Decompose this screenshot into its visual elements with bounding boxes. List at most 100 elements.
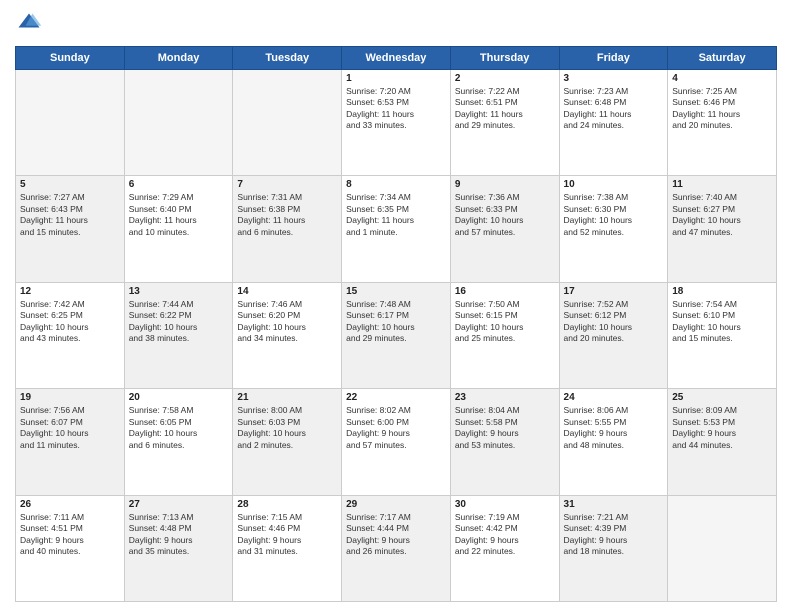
day-number: 15 xyxy=(346,286,446,297)
day-number: 29 xyxy=(346,499,446,510)
calendar-cell: 14 Sunrise: 7:46 AM Sunset: 6:20 PM Dayli… xyxy=(233,282,342,388)
day-number: 10 xyxy=(564,179,664,190)
day-info: Sunrise: 7:50 AM Sunset: 6:15 PM Dayligh… xyxy=(455,299,555,345)
day-info: Sunrise: 7:38 AM Sunset: 6:30 PM Dayligh… xyxy=(564,192,664,238)
calendar-body: 1 Sunrise: 7:20 AM Sunset: 6:53 PM Daylig… xyxy=(16,70,777,602)
calendar-cell: 15 Sunrise: 7:48 AM Sunset: 6:17 PM Dayli… xyxy=(342,282,451,388)
day-number: 18 xyxy=(672,286,772,297)
day-header-friday: Friday xyxy=(559,47,668,70)
day-number: 9 xyxy=(455,179,555,190)
calendar-cell: 26 Sunrise: 7:11 AM Sunset: 4:51 PM Dayli… xyxy=(16,495,125,601)
calendar-cell: 3Sunrise: 7:23 AM Sunset: 6:48 PM Daylig… xyxy=(559,70,668,176)
day-info: Sunrise: 7:58 AM Sunset: 6:05 PM Dayligh… xyxy=(129,405,229,451)
calendar-cell: 31 Sunrise: 7:21 AM Sunset: 4:39 PM Dayli… xyxy=(559,495,668,601)
day-info: Sunrise: 7:11 AM Sunset: 4:51 PM Dayligh… xyxy=(20,512,120,558)
day-info: Sunrise: 7:29 AM Sunset: 6:40 PM Dayligh… xyxy=(129,192,229,238)
day-number: 13 xyxy=(129,286,229,297)
day-info: Sunrise: 8:02 AM Sunset: 6:00 PM Dayligh… xyxy=(346,405,446,451)
page-container: SundayMondayTuesdayWednesdayThursdayFrid… xyxy=(0,0,792,612)
calendar-cell xyxy=(668,495,777,601)
day-info: Sunrise: 7:17 AM Sunset: 4:44 PM Dayligh… xyxy=(346,512,446,558)
calendar-cell: 13 Sunrise: 7:44 AM Sunset: 6:22 PM Dayli… xyxy=(124,282,233,388)
day-number: 14 xyxy=(237,286,337,297)
day-number: 28 xyxy=(237,499,337,510)
day-number: 22 xyxy=(346,392,446,403)
day-number: 21 xyxy=(237,392,337,403)
day-info: Sunrise: 8:06 AM Sunset: 5:55 PM Dayligh… xyxy=(564,405,664,451)
calendar-cell: 5 Sunrise: 7:27 AM Sunset: 6:43 PM Daylig… xyxy=(16,176,125,282)
day-number: 1 xyxy=(346,73,446,84)
day-number: 11 xyxy=(672,179,772,190)
calendar-cell: 24Sunrise: 8:06 AM Sunset: 5:55 PM Dayli… xyxy=(559,389,668,495)
day-number: 25 xyxy=(672,392,772,403)
day-number: 2 xyxy=(455,73,555,84)
week-row-2: 5 Sunrise: 7:27 AM Sunset: 6:43 PM Daylig… xyxy=(16,176,777,282)
calendar-cell: 19Sunrise: 7:56 AM Sunset: 6:07 PM Dayli… xyxy=(16,389,125,495)
day-info: Sunrise: 7:19 AM Sunset: 4:42 PM Dayligh… xyxy=(455,512,555,558)
day-number: 30 xyxy=(455,499,555,510)
day-info: Sunrise: 7:31 AM Sunset: 6:38 PM Dayligh… xyxy=(237,192,337,238)
calendar-header: SundayMondayTuesdayWednesdayThursdayFrid… xyxy=(16,47,777,70)
calendar-cell: 28Sunrise: 7:15 AM Sunset: 4:46 PM Dayli… xyxy=(233,495,342,601)
calendar-cell: 1 Sunrise: 7:20 AM Sunset: 6:53 PM Daylig… xyxy=(342,70,451,176)
week-row-4: 19Sunrise: 7:56 AM Sunset: 6:07 PM Dayli… xyxy=(16,389,777,495)
calendar-cell: 18 Sunrise: 7:54 AM Sunset: 6:10 PM Dayli… xyxy=(668,282,777,388)
calendar-cell: 9 Sunrise: 7:36 AM Sunset: 6:33 PM Daylig… xyxy=(450,176,559,282)
calendar-cell: 27Sunrise: 7:13 AM Sunset: 4:48 PM Dayli… xyxy=(124,495,233,601)
calendar-cell: 4 Sunrise: 7:25 AM Sunset: 6:46 PM Daylig… xyxy=(668,70,777,176)
day-info: Sunrise: 7:21 AM Sunset: 4:39 PM Dayligh… xyxy=(564,512,664,558)
calendar-cell: 11 Sunrise: 7:40 AM Sunset: 6:27 PM Dayli… xyxy=(668,176,777,282)
header xyxy=(15,10,777,38)
day-header-wednesday: Wednesday xyxy=(342,47,451,70)
day-number: 19 xyxy=(20,392,120,403)
calendar-cell: 12 Sunrise: 7:42 AM Sunset: 6:25 PM Dayli… xyxy=(16,282,125,388)
header-row: SundayMondayTuesdayWednesdayThursdayFrid… xyxy=(16,47,777,70)
calendar-cell: 8Sunrise: 7:34 AM Sunset: 6:35 PM Daylig… xyxy=(342,176,451,282)
day-header-monday: Monday xyxy=(124,47,233,70)
day-number: 5 xyxy=(20,179,120,190)
calendar-cell: 25 Sunrise: 8:09 AM Sunset: 5:53 PM Dayli… xyxy=(668,389,777,495)
day-info: Sunrise: 7:20 AM Sunset: 6:53 PM Dayligh… xyxy=(346,86,446,132)
week-row-1: 1 Sunrise: 7:20 AM Sunset: 6:53 PM Daylig… xyxy=(16,70,777,176)
day-header-tuesday: Tuesday xyxy=(233,47,342,70)
day-header-sunday: Sunday xyxy=(16,47,125,70)
day-info: Sunrise: 8:00 AM Sunset: 6:03 PM Dayligh… xyxy=(237,405,337,451)
calendar-cell: 17 Sunrise: 7:52 AM Sunset: 6:12 PM Dayli… xyxy=(559,282,668,388)
day-header-thursday: Thursday xyxy=(450,47,559,70)
logo xyxy=(15,10,47,38)
calendar-cell: 2 Sunrise: 7:22 AM Sunset: 6:51 PM Daylig… xyxy=(450,70,559,176)
day-info: Sunrise: 7:44 AM Sunset: 6:22 PM Dayligh… xyxy=(129,299,229,345)
calendar-cell: 22 Sunrise: 8:02 AM Sunset: 6:00 PM Dayli… xyxy=(342,389,451,495)
day-info: Sunrise: 7:27 AM Sunset: 6:43 PM Dayligh… xyxy=(20,192,120,238)
day-info: Sunrise: 7:42 AM Sunset: 6:25 PM Dayligh… xyxy=(20,299,120,345)
day-number: 31 xyxy=(564,499,664,510)
day-number: 3 xyxy=(564,73,664,84)
day-info: Sunrise: 8:04 AM Sunset: 5:58 PM Dayligh… xyxy=(455,405,555,451)
day-info: Sunrise: 8:09 AM Sunset: 5:53 PM Dayligh… xyxy=(672,405,772,451)
day-number: 23 xyxy=(455,392,555,403)
day-info: Sunrise: 7:22 AM Sunset: 6:51 PM Dayligh… xyxy=(455,86,555,132)
day-number: 20 xyxy=(129,392,229,403)
day-number: 4 xyxy=(672,73,772,84)
week-row-3: 12 Sunrise: 7:42 AM Sunset: 6:25 PM Dayli… xyxy=(16,282,777,388)
day-number: 26 xyxy=(20,499,120,510)
day-header-saturday: Saturday xyxy=(668,47,777,70)
day-number: 17 xyxy=(564,286,664,297)
day-info: Sunrise: 7:54 AM Sunset: 6:10 PM Dayligh… xyxy=(672,299,772,345)
calendar-cell: 29 Sunrise: 7:17 AM Sunset: 4:44 PM Dayli… xyxy=(342,495,451,601)
day-info: Sunrise: 7:36 AM Sunset: 6:33 PM Dayligh… xyxy=(455,192,555,238)
calendar-cell: 16Sunrise: 7:50 AM Sunset: 6:15 PM Dayli… xyxy=(450,282,559,388)
calendar-table: SundayMondayTuesdayWednesdayThursdayFrid… xyxy=(15,46,777,602)
calendar-cell: 7 Sunrise: 7:31 AM Sunset: 6:38 PM Daylig… xyxy=(233,176,342,282)
calendar-cell: 10 Sunrise: 7:38 AM Sunset: 6:30 PM Dayli… xyxy=(559,176,668,282)
day-number: 12 xyxy=(20,286,120,297)
calendar-cell xyxy=(124,70,233,176)
day-number: 6 xyxy=(129,179,229,190)
day-info: Sunrise: 7:25 AM Sunset: 6:46 PM Dayligh… xyxy=(672,86,772,132)
day-info: Sunrise: 7:48 AM Sunset: 6:17 PM Dayligh… xyxy=(346,299,446,345)
day-info: Sunrise: 7:40 AM Sunset: 6:27 PM Dayligh… xyxy=(672,192,772,238)
day-info: Sunrise: 7:46 AM Sunset: 6:20 PM Dayligh… xyxy=(237,299,337,345)
day-info: Sunrise: 7:52 AM Sunset: 6:12 PM Dayligh… xyxy=(564,299,664,345)
day-info: Sunrise: 7:34 AM Sunset: 6:35 PM Dayligh… xyxy=(346,192,446,238)
day-number: 7 xyxy=(237,179,337,190)
